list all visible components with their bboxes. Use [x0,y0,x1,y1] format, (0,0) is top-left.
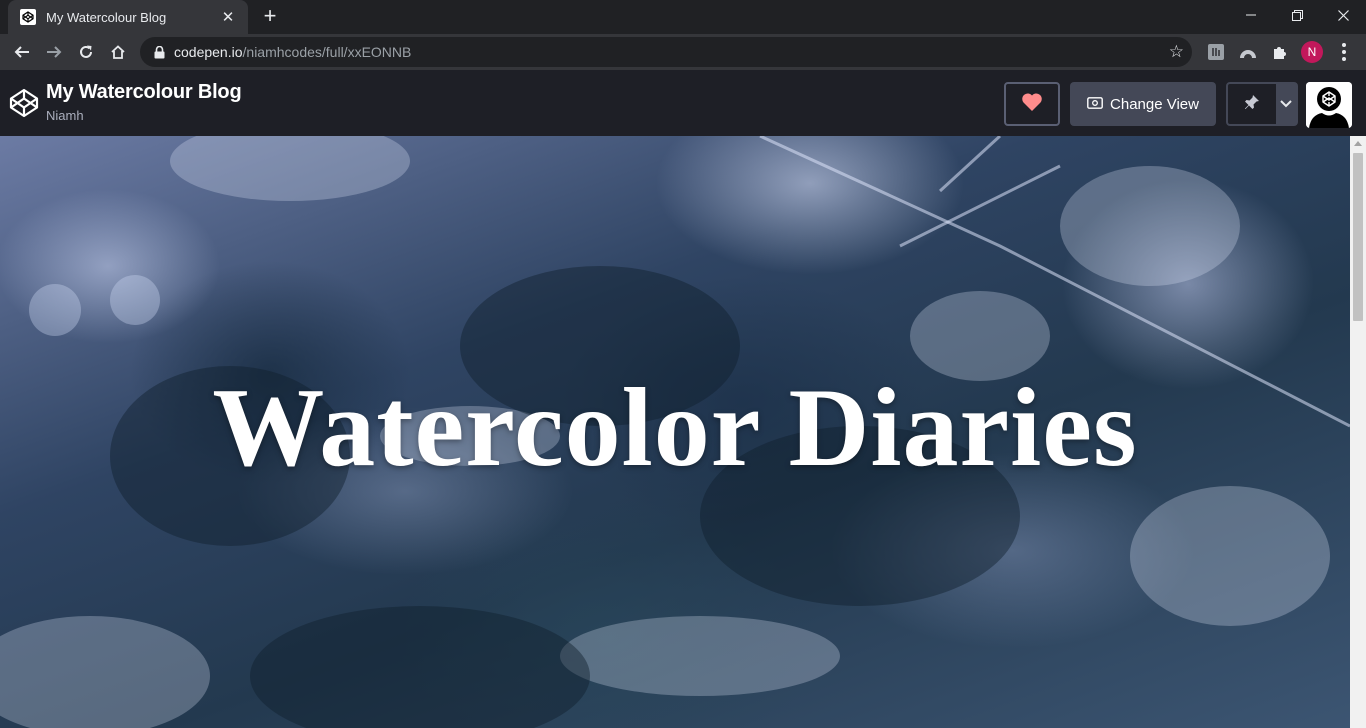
hero-section: Watercolor Diaries [0,136,1350,728]
extension-arc-icon[interactable] [1238,42,1258,62]
pin-button[interactable] [1228,84,1276,124]
url-host: codepen.io [174,44,243,60]
url-path: /niamhcodes/full/xxEONNB [242,44,412,60]
back-arrow-icon[interactable] [8,38,36,66]
pen-title: My Watercolour Blog [46,81,242,103]
browser-menu-icon[interactable] [1334,40,1354,64]
scroll-up-arrow-icon[interactable] [1350,136,1366,150]
heart-icon [1021,92,1043,117]
lock-icon[interactable] [152,45,166,59]
change-view-button[interactable]: Change View [1070,82,1216,126]
pin-dropdown-button[interactable] [1276,84,1296,124]
window-minimize-button[interactable] [1228,0,1274,30]
codepen-header: My Watercolour Blog Niamh Change View [0,70,1366,136]
hero-title: Watercolor Diaries [212,366,1138,490]
tab-close-icon[interactable]: ✕ [218,7,238,27]
extension-reader-icon[interactable] [1206,42,1226,62]
bookmark-star-icon[interactable]: ☆ [1169,43,1184,60]
pin-button-group [1226,82,1298,126]
new-tab-button[interactable]: + [258,5,282,29]
scrollbar-thumb[interactable] [1353,153,1363,321]
window-restore-button[interactable] [1274,0,1320,30]
like-button[interactable] [1004,82,1060,126]
tab-strip: My Watercolour Blog ✕ + [0,0,1366,34]
extensions-puzzle-icon[interactable] [1270,42,1290,62]
pin-icon [1244,94,1260,115]
pen-author[interactable]: Niamh [46,108,84,123]
address-bar[interactable]: codepen.io/niamhcodes/full/xxEONNB ☆ [140,37,1192,67]
browser-toolbar: codepen.io/niamhcodes/full/xxEONNB ☆ N [0,34,1366,70]
user-avatar[interactable] [1306,82,1352,128]
page-scrollbar[interactable] [1350,136,1366,728]
window-close-button[interactable] [1320,0,1366,30]
codepen-favicon-icon [20,9,36,25]
tab-title: My Watercolour Blog [46,9,167,25]
browser-tab[interactable]: My Watercolour Blog ✕ [8,0,248,34]
home-icon[interactable] [104,38,132,66]
codepen-logo-icon[interactable] [8,87,40,119]
reload-icon[interactable] [72,38,100,66]
chevron-down-icon [1280,95,1292,113]
view-icon [1087,96,1103,113]
forward-arrow-icon[interactable] [40,38,68,66]
profile-avatar[interactable]: N [1301,41,1323,63]
change-view-label: Change View [1110,95,1199,113]
